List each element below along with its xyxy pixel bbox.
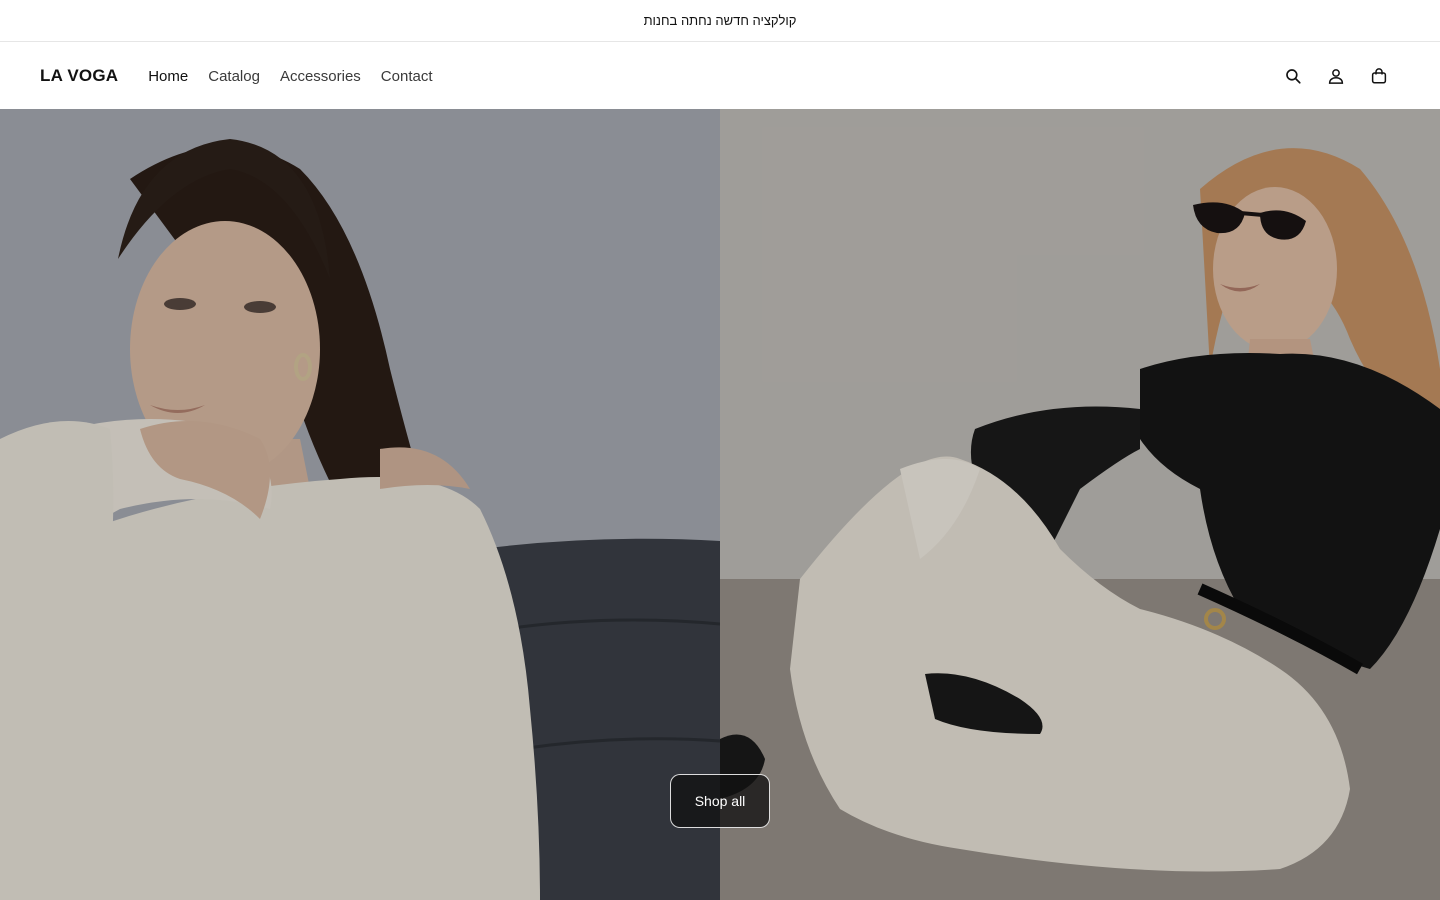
nav-item-contact[interactable]: Contact [371,68,443,85]
cart-button[interactable] [1357,55,1400,98]
nav-item-catalog[interactable]: Catalog [198,68,270,85]
cart-icon [1371,68,1386,84]
model-right-illustration [720,109,1440,900]
hero-image-right [720,109,1440,900]
store-logo[interactable]: LA VOGA [40,66,118,86]
account-icon [1328,69,1343,84]
nav-item-home[interactable]: Home [138,68,198,85]
account-button[interactable] [1314,55,1357,98]
announcement-bar: קולקציה חדשה נחתה בחנות [0,0,1440,42]
hero-image-left [0,109,720,900]
search-icon [1285,69,1301,84]
hero-banner: Shop all [0,109,1440,900]
shop-all-button[interactable]: Shop all [670,774,770,828]
nav-item-accessories[interactable]: Accessories [270,68,371,85]
site-header: LA VOGA Home Catalog Accessories Contact [0,43,1440,109]
announcement-text: קולקציה חדשה נחתה בחנות [643,13,797,28]
main-nav: Home Catalog Accessories Contact [138,68,442,85]
header-icons [1271,55,1400,98]
model-left-illustration [0,109,720,900]
search-button[interactable] [1271,55,1314,98]
